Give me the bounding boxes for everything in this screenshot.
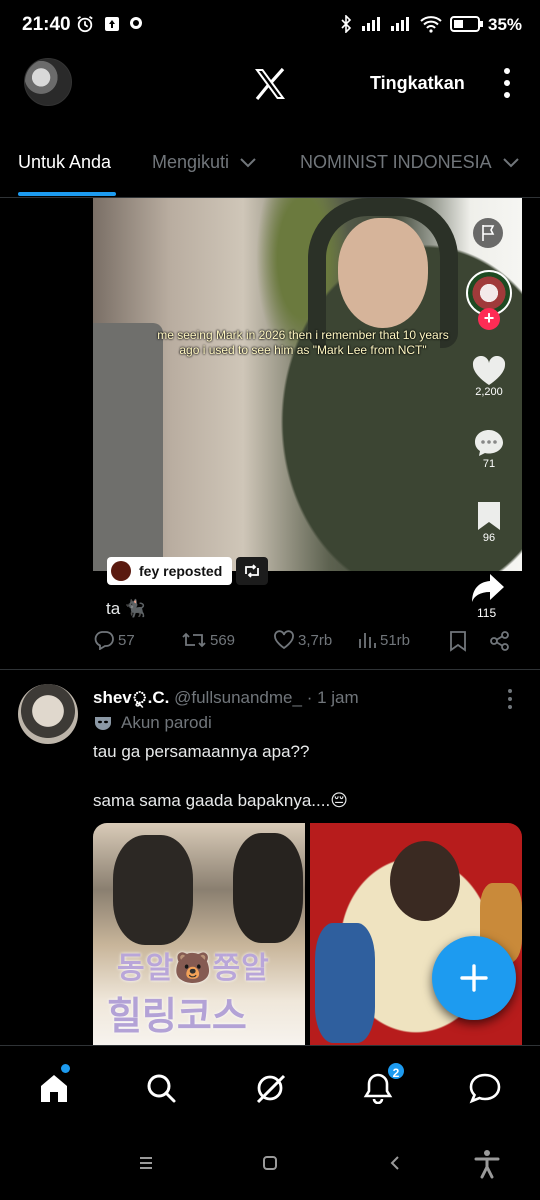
author-name[interactable]: shevু.C. [93, 688, 169, 707]
grok-icon[interactable] [250, 1068, 290, 1108]
like-count: 3,7rb [298, 631, 333, 649]
bookmark-icon [450, 631, 466, 652]
messages-icon[interactable] [465, 1068, 505, 1108]
bottom-navigation [0, 1045, 540, 1135]
wifi-icon [419, 14, 443, 34]
upload-icon [104, 14, 120, 34]
chevron-down-icon [502, 157, 519, 167]
parody-label: Akun parodi [93, 713, 212, 733]
plus-icon [460, 964, 488, 992]
home-button-icon[interactable] [262, 1155, 278, 1176]
mask-icon [95, 717, 111, 730]
repost-icon [236, 557, 268, 585]
compose-post-button[interactable] [432, 936, 516, 1020]
video-share-icon[interactable] [470, 570, 506, 606]
tab-label: Mengikuti [152, 152, 230, 172]
repost-icon [182, 632, 206, 648]
post-divider [0, 669, 540, 670]
image-figure-right [233, 833, 303, 943]
accessibility-icon[interactable] [474, 1149, 500, 1184]
bookmark-icon [478, 502, 500, 530]
video-scene-sofa [93, 323, 163, 571]
follow-plus-icon[interactable]: + [478, 308, 500, 330]
image-figure-child [315, 923, 375, 1043]
author-avatar[interactable] [18, 684, 78, 744]
notification-badge: 2 [386, 1061, 406, 1081]
view-count: 51rb [380, 631, 411, 649]
post-text-line: sama sama gaada bapaknya....😔 [93, 791, 348, 810]
repost-chip: fey reposted [107, 557, 233, 585]
video-save-count: 96 [482, 532, 496, 544]
bluetooth-icon [340, 14, 352, 34]
views-button[interactable]: 51rb [357, 630, 410, 650]
image-title-text: 힐링코스 [107, 996, 247, 1038]
chevron-down-icon [240, 157, 256, 167]
repost-count: 569 [210, 631, 236, 649]
image-title-text: 동알🐻쫑알 [117, 952, 270, 985]
video-share-count: 115 [477, 606, 497, 620]
recents-icon[interactable] [138, 1155, 154, 1176]
status-time: 21:40 [22, 14, 71, 35]
reply-count: 57 [118, 631, 135, 649]
share-button[interactable] [489, 630, 511, 652]
video-comment-button[interactable]: 71 [472, 428, 506, 470]
video-like-count: 2,200 [475, 386, 503, 398]
signal-icon [389, 14, 413, 34]
upgrade-button[interactable]: Tingkatkan [370, 73, 465, 94]
post-text-line: tau ga persamaannya apa?? [93, 742, 310, 761]
parody-text: Akun parodi [121, 713, 212, 732]
like-button[interactable]: 3,7rb [273, 630, 332, 650]
comment-bubble-icon [475, 430, 503, 456]
share-icon [490, 631, 509, 651]
video-save-button[interactable]: 96 [472, 500, 506, 544]
views-icon [359, 633, 376, 648]
tab-for-you[interactable]: Untuk Anda [18, 152, 111, 173]
home-unread-dot [61, 1064, 70, 1073]
reply-button[interactable]: 57 [93, 630, 135, 650]
search-icon[interactable] [141, 1068, 181, 1108]
chat-bubble-icon [128, 14, 144, 34]
signal-icon [360, 14, 384, 34]
alarm-icon [76, 14, 94, 34]
post-time: · 1 jam [306, 688, 359, 707]
heart-icon [274, 630, 294, 650]
video-player[interactable]: me seeing Mark in 2026 then i remember t… [93, 198, 522, 571]
post-header: shevু.C. @fullsunandme_ · 1 jam [93, 685, 359, 713]
heart-icon [472, 356, 506, 385]
reply-icon [94, 631, 114, 650]
tab-label: Untuk Anda [18, 152, 112, 172]
image-figure-left [113, 835, 193, 945]
home-icon[interactable] [34, 1068, 74, 1108]
active-tab-indicator [18, 192, 116, 196]
battery-percent: 35% [488, 15, 523, 34]
repost-chip-label: fey reposted [139, 563, 223, 579]
video-scene-face [338, 218, 428, 328]
more-vertical-icon[interactable] [500, 66, 514, 100]
video-caption: me seeing Mark in 2026 then i remember t… [157, 328, 449, 357]
profile-avatar[interactable] [24, 58, 72, 106]
tab-community[interactable]: NOMINIST INDONESIA [300, 152, 520, 173]
author-name-suffix: ু.C. [131, 688, 170, 707]
x-logo-icon[interactable] [250, 64, 290, 104]
post-text: ta 🐈‍⬛ [106, 599, 147, 618]
post-actions: 57 569 3,7rb 51rb [93, 630, 523, 658]
repost-button[interactable]: 569 [181, 630, 235, 650]
battery-icon [450, 14, 484, 34]
author-name-text: shev [93, 688, 132, 707]
bookmark-button[interactable] [449, 630, 467, 652]
video-like-button[interactable]: 2,200 [472, 356, 506, 398]
tab-following[interactable]: Mengikuti [152, 152, 257, 173]
timeline-tabs: Untuk Anda Mengikuti NOMINIST INDONESIA [0, 140, 540, 198]
reposter-avatar [111, 561, 131, 581]
back-icon[interactable] [388, 1155, 402, 1176]
status-bar: 21:40 35% [0, 0, 540, 52]
video-comment-count: 71 [482, 458, 496, 470]
image-figure-mother [390, 841, 460, 921]
system-navigation-bar [0, 1135, 540, 1200]
post-menu-icon[interactable] [504, 688, 516, 710]
author-handle[interactable]: @fullsunandme_ [174, 688, 302, 707]
flag-icon[interactable] [473, 218, 503, 248]
post-image[interactable]: 동알🐻쫑알 힐링코스 [93, 823, 305, 1045]
tab-label: NOMINIST INDONESIA [300, 152, 492, 172]
